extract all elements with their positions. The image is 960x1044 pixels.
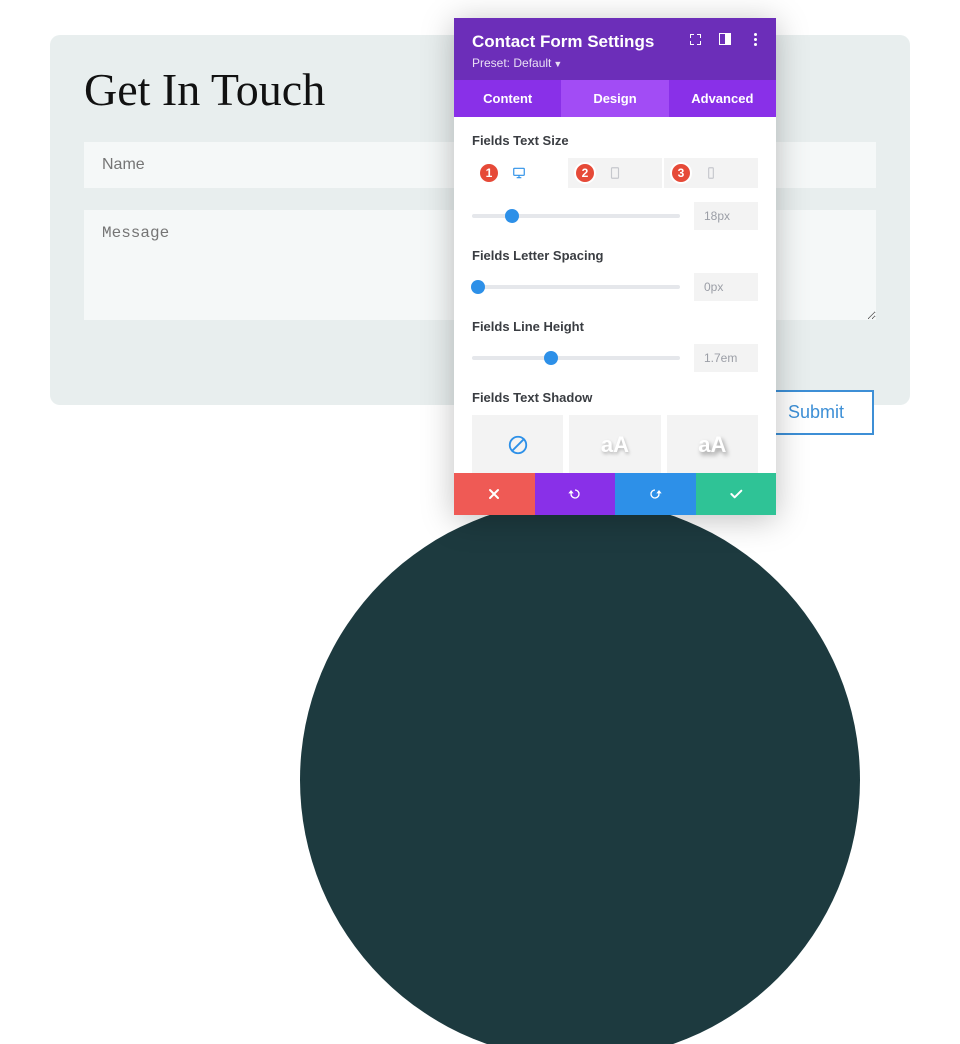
- device-desktop[interactable]: 1: [472, 158, 568, 188]
- section-label-text-size: Fields Text Size: [472, 133, 758, 148]
- cancel-button[interactable]: [454, 473, 535, 515]
- line-height-value[interactable]: 1.7em: [694, 344, 758, 372]
- letter-spacing-value[interactable]: 0px: [694, 273, 758, 301]
- desktop-icon: [512, 166, 526, 180]
- tab-design[interactable]: Design: [561, 80, 668, 117]
- tab-advanced[interactable]: Advanced: [669, 80, 776, 117]
- redo-icon: [647, 486, 663, 502]
- shadow-sample: aA: [601, 432, 629, 458]
- annotation-badge-2: 2: [574, 162, 596, 184]
- text-size-value[interactable]: 18px: [694, 202, 758, 230]
- slider-thumb[interactable]: [544, 351, 558, 365]
- more-menu-icon[interactable]: [748, 32, 762, 46]
- panel-header: Contact Form Settings Preset: Default▼: [454, 18, 776, 80]
- shadow-sample: aA: [698, 432, 726, 458]
- device-phone[interactable]: 3: [664, 158, 758, 188]
- annotation-badge-1: 1: [478, 162, 500, 184]
- save-button[interactable]: [696, 473, 777, 515]
- responsive-device-tabs: 1 2 3: [472, 158, 758, 188]
- panel-body: Fields Text Size 1 2 3 18px Fields Lette…: [454, 117, 776, 473]
- settings-panel: Contact Form Settings Preset: Default▼ C…: [454, 18, 776, 515]
- close-icon: [486, 486, 502, 502]
- none-icon: [507, 434, 529, 456]
- shadow-option-none[interactable]: [472, 415, 563, 473]
- tablet-icon: [608, 166, 622, 180]
- undo-button[interactable]: [535, 473, 616, 515]
- redo-button[interactable]: [615, 473, 696, 515]
- preset-label: Preset: Default: [472, 56, 551, 70]
- slider-thumb[interactable]: [471, 280, 485, 294]
- undo-icon: [567, 486, 583, 502]
- device-tablet[interactable]: 2: [568, 158, 664, 188]
- tab-content[interactable]: Content: [454, 80, 561, 117]
- expand-icon[interactable]: [688, 32, 702, 46]
- shadow-option-light[interactable]: aA: [569, 415, 660, 473]
- text-size-slider[interactable]: [472, 214, 680, 218]
- section-label-letter-spacing: Fields Letter Spacing: [472, 248, 758, 263]
- panel-footer: [454, 473, 776, 515]
- line-height-slider[interactable]: [472, 356, 680, 360]
- annotation-badge-3: 3: [670, 162, 692, 184]
- caret-down-icon: ▼: [553, 59, 562, 69]
- text-shadow-options: aA aA: [472, 415, 758, 473]
- panel-layout-icon[interactable]: [718, 32, 732, 46]
- shadow-option-dark[interactable]: aA: [667, 415, 758, 473]
- preset-dropdown[interactable]: Preset: Default▼: [472, 56, 758, 70]
- check-icon: [728, 486, 744, 502]
- slider-thumb[interactable]: [505, 209, 519, 223]
- section-label-text-shadow: Fields Text Shadow: [472, 390, 758, 405]
- section-label-line-height: Fields Line Height: [472, 319, 758, 334]
- decorative-ellipse: [300, 500, 860, 1044]
- letter-spacing-slider[interactable]: [472, 285, 680, 289]
- panel-tabs: Content Design Advanced: [454, 80, 776, 117]
- phone-icon: [704, 166, 718, 180]
